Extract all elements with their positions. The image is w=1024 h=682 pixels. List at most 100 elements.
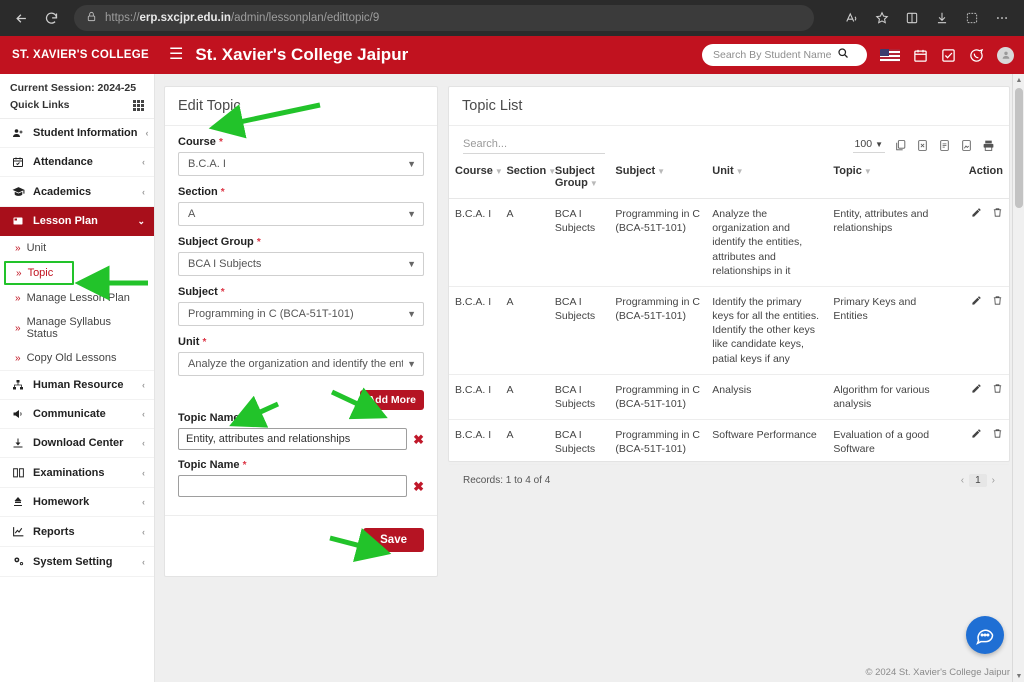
homework-icon [11,496,25,508]
whatsapp-icon[interactable] [969,48,984,63]
sidebar-subitem-manage-syllabus-status[interactable]: » Manage Syllabus Status [0,310,154,346]
checkbox-icon[interactable] [941,48,956,63]
cell-topic: Algorithm for various analysis [827,374,943,421]
column-unit[interactable]: Unit ▼ [706,158,828,199]
column-subject-group[interactable]: Subject Group ▼ [548,158,610,199]
print-icon[interactable] [982,139,995,152]
field-label: Unit * [178,336,207,348]
scroll-up-icon[interactable]: ▲ [1013,74,1024,86]
sidebar-item-academics[interactable]: Academics ‹ [0,177,154,207]
extensions-icon[interactable] [958,4,986,32]
page-scrollbar[interactable]: ▲ ▼ [1012,74,1024,682]
sidebar-item-attendance[interactable]: Attendance ‹ [0,148,154,177]
edit-pencil-icon[interactable] [971,207,982,222]
cell-subject-group: BCA I Subjects [548,198,610,287]
double-chevron-icon: » [15,292,21,304]
chevron-left-icon: ‹ [142,467,145,478]
delete-x-icon[interactable]: ✖ [413,433,424,446]
copy-icon[interactable] [894,139,907,152]
trash-icon[interactable] [992,295,1003,310]
sidebar-item-homework[interactable]: Homework ‹ [0,488,154,517]
column-section[interactable]: Section ▼ [500,158,556,199]
topic-row: ✖ [178,428,424,450]
star-icon[interactable] [868,4,896,32]
trash-icon[interactable] [992,428,1003,443]
sidebar-item-student-information[interactable]: Student Information ‹ [0,119,154,148]
subject-select[interactable]: Programming in C (BCA-51T-101) ▼ [178,302,424,326]
section-select[interactable]: A ▼ [178,202,424,226]
delete-x-icon[interactable]: ✖ [413,480,424,493]
unit-select[interactable]: Analyze the organization and identify th… [178,352,424,376]
chevron-left-icon: ‹ [142,556,145,567]
search-icon[interactable] [837,46,849,64]
cell-unit: Analyze the organization and identify th… [706,198,828,287]
hamburger-icon[interactable]: ☰ [169,47,183,63]
edit-topic-form: Course * B.C.A. I ▼ Section * A ▼ Subjec… [165,126,437,564]
column-course[interactable]: Course ▼ [449,158,503,199]
sidebar-item-human-resource[interactable]: Human Resource ‹ [0,370,154,400]
save-button[interactable]: Save [363,528,424,552]
read-aloud-icon[interactable] [838,4,866,32]
sidebar-subitem-unit[interactable]: » Unit [0,236,154,260]
list-search-input[interactable] [463,136,605,154]
brand-logo[interactable]: ST. XAVIER'S COLLEGE [0,36,155,74]
save-row: Save [165,515,437,564]
calendar-icon[interactable] [913,48,928,63]
grid-icon[interactable] [133,99,144,111]
sidebar-item-examinations[interactable]: Examinations ‹ [0,458,154,488]
address-bar[interactable]: https://erp.sxcjpr.edu.in/admin/lessonpl… [74,5,814,31]
sidebar-subitem-topic[interactable]: » Topic [4,261,74,285]
sidebar-item-reports[interactable]: Reports ‹ [0,517,154,547]
field-label: Topic Name * [178,459,247,471]
column-topic[interactable]: Topic ▼ [827,158,943,199]
reload-icon[interactable] [38,5,64,31]
topic-name-input-2[interactable] [178,475,408,497]
student-search-box[interactable] [702,44,867,66]
sidebar-item-system-setting[interactable]: System Setting ‹ [0,547,154,577]
quick-links-row[interactable]: Quick Links [10,99,144,111]
sidebar-subitem-manage-lesson-plan[interactable]: » Manage Lesson Plan [0,286,154,310]
chat-bubble-icon[interactable] [966,616,1004,654]
split-screen-icon[interactable] [898,4,926,32]
csv-icon[interactable] [938,139,951,152]
subject-group-select[interactable]: BCA I Subjects ▼ [178,252,424,276]
lock-icon [86,9,97,27]
trash-icon[interactable] [992,383,1003,398]
trash-icon[interactable] [992,207,1003,222]
page-number-1[interactable]: 1 [969,474,987,488]
edit-pencil-icon[interactable] [971,383,982,398]
sidebar-item-lesson-plan[interactable]: Lesson Plan ⌄ [0,207,154,236]
cell-course: B.C.A. I [449,374,501,421]
scrollbar-thumb[interactable] [1015,88,1023,208]
cell-topic: Primary Keys and Entities [827,286,943,375]
sidebar-subitem-copy-old-lessons[interactable]: » Copy Old Lessons [0,346,154,370]
url-text: https://erp.sxcjpr.edu.in/admin/lessonpl… [105,12,380,24]
scroll-down-icon[interactable]: ▼ [1013,670,1024,682]
user-avatar-icon[interactable] [997,46,1014,64]
add-more-button[interactable]: Add More [359,390,424,410]
edit-pencil-icon[interactable] [971,295,982,310]
prev-page-button[interactable]: ‹ [961,475,964,486]
download-icon[interactable] [928,4,956,32]
sidebar-item-download-center[interactable]: Download Center ‹ [0,429,154,458]
topic-name-input-1[interactable] [178,428,408,450]
page-size-select[interactable]: 100 ▼ [852,137,885,153]
chevron-down-icon: ▼ [407,359,416,369]
cell-subject-group: BCA I Subjects [548,419,610,466]
course-select[interactable]: B.C.A. I ▼ [178,152,424,176]
back-arrow-icon[interactable] [8,5,34,31]
cell-section: A [500,286,549,375]
column-subject[interactable]: Subject ▼ [609,158,707,199]
flag-icon[interactable] [880,48,900,62]
edit-pencil-icon[interactable] [971,428,982,443]
search-input[interactable] [713,49,833,61]
sidebar-subitem-label: Manage Lesson Plan [26,292,130,304]
column-action: Action [942,158,1009,199]
more-options-icon[interactable] [988,4,1016,32]
table-row: B.C.A. I A BCA I Subjects Programming in… [449,198,1009,287]
megaphone-icon [11,408,25,420]
excel-icon[interactable] [916,139,929,152]
pdf-icon[interactable] [960,139,973,152]
sidebar-item-communicate[interactable]: Communicate ‹ [0,400,154,429]
next-page-button[interactable]: › [992,475,995,486]
